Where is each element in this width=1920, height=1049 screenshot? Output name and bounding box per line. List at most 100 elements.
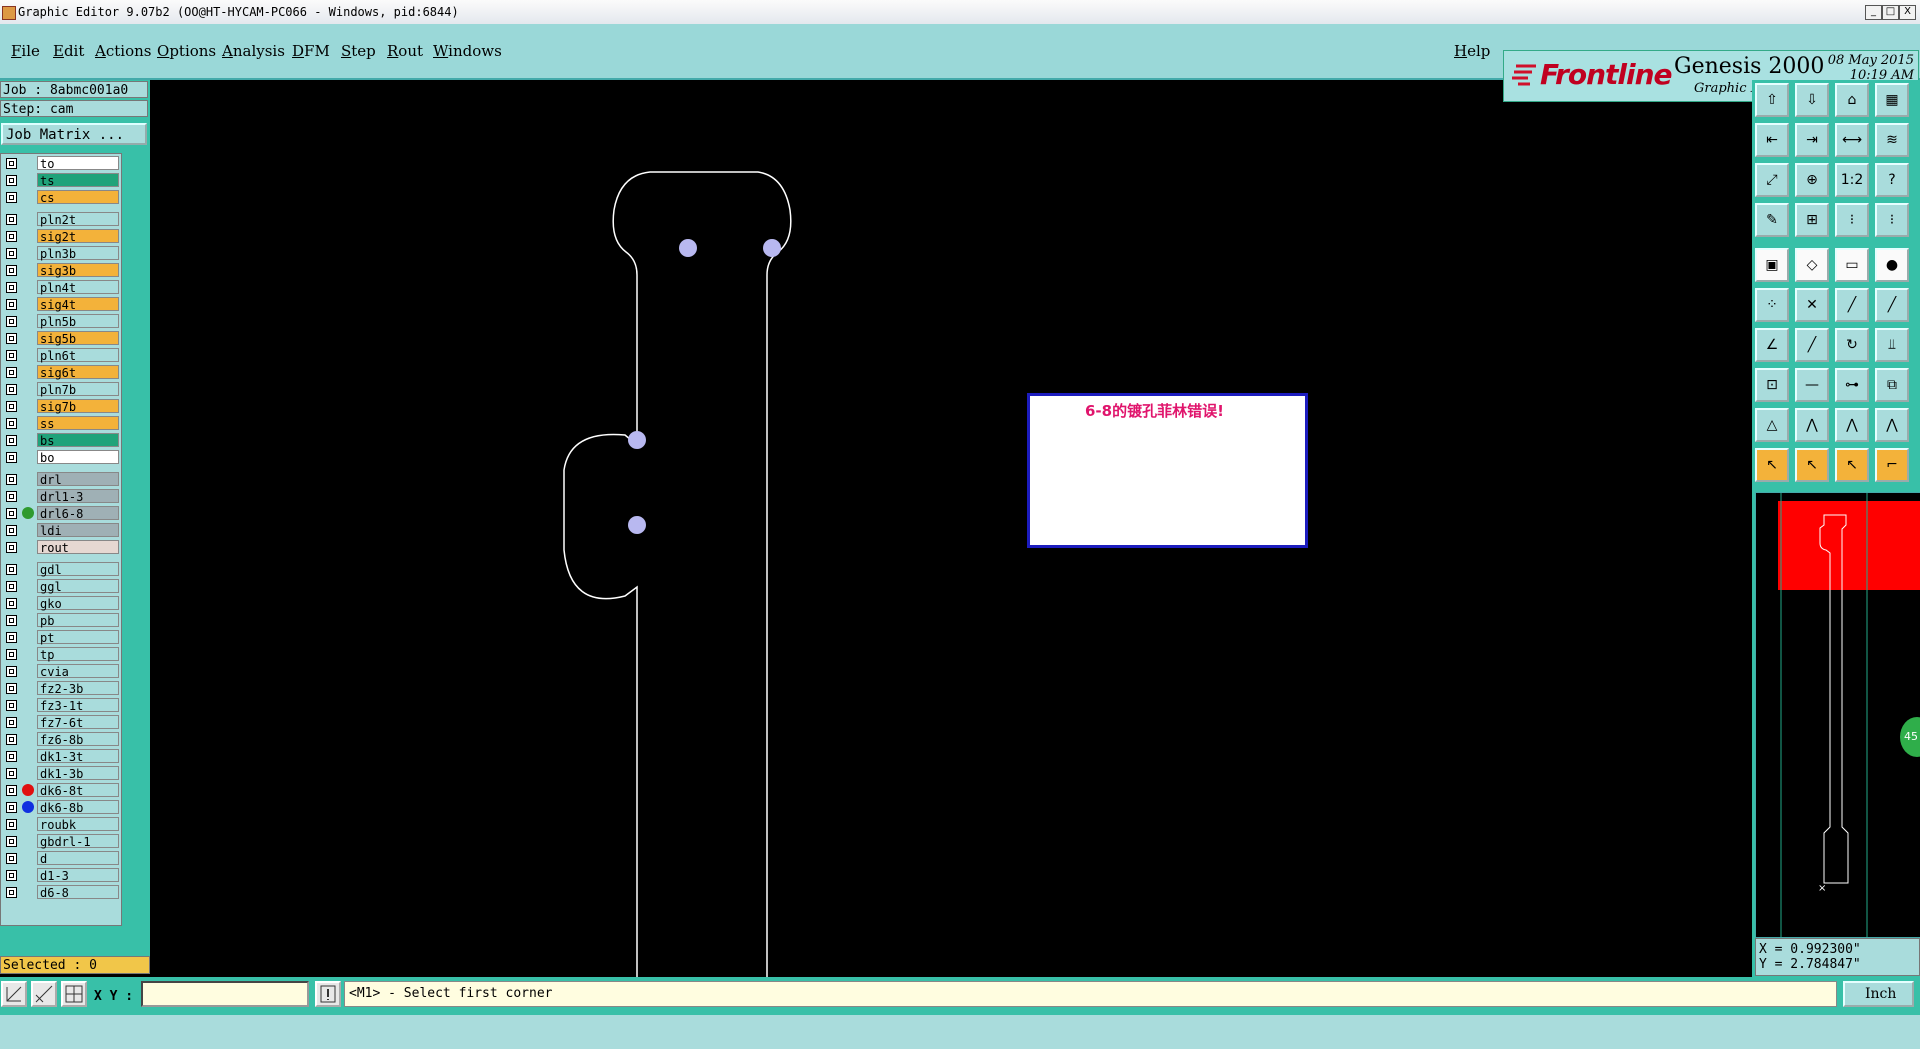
layer-row-d1-3[interactable]: d1-3 (1, 868, 121, 883)
layer-checkbox[interactable] (6, 282, 17, 293)
layer-checkbox[interactable] (6, 564, 17, 575)
layer-checkbox[interactable] (6, 248, 17, 259)
drill-hole[interactable] (628, 431, 646, 449)
layer-checkbox[interactable] (6, 214, 17, 225)
layer-checkbox[interactable] (6, 700, 17, 711)
layer-checkbox[interactable] (6, 598, 17, 609)
layer-row-cs[interactable]: cs (1, 190, 121, 205)
layer-name[interactable]: sig4t (37, 297, 119, 312)
layer-row-rout[interactable]: rout (1, 540, 121, 555)
copy-shape-button[interactable]: ◇ (1795, 248, 1829, 282)
layer-row-cvia[interactable]: cvia (1, 664, 121, 679)
layer-checkbox[interactable] (6, 581, 17, 592)
layer-checkbox[interactable] (6, 192, 17, 203)
job-matrix-button[interactable]: Job Matrix ... (1, 123, 147, 145)
pointer-circle-button[interactable]: ↖ (1835, 448, 1869, 482)
layer-name[interactable]: sig2t (37, 229, 119, 244)
peak-flat-button[interactable]: ⋀ (1875, 408, 1909, 442)
layer-checkbox[interactable] (6, 836, 17, 847)
layer-row-drl[interactable]: drl (1, 472, 121, 487)
layer-checkbox[interactable] (6, 751, 17, 762)
layer-name[interactable]: pln2t (37, 212, 119, 227)
menu-edit[interactable]: Edit (53, 42, 84, 60)
slope-button[interactable]: ╱ (1795, 328, 1829, 362)
layer-name[interactable]: d6-8 (37, 885, 119, 900)
layer-name[interactable]: pln4t (37, 280, 119, 295)
layer-row-dk6-8t[interactable]: dk6-8t (1, 783, 121, 798)
maximize-button[interactable]: □ (1882, 5, 1899, 20)
layer-name[interactable]: gbdrl-1 (37, 834, 119, 849)
layer-checkbox[interactable] (6, 683, 17, 694)
layer-name[interactable]: dk6-8b (37, 800, 119, 815)
layer-checkbox[interactable] (6, 384, 17, 395)
layer-row-pb[interactable]: pb (1, 613, 121, 628)
drill-hole[interactable] (628, 516, 646, 534)
layer-checkbox[interactable] (6, 401, 17, 412)
layer-row-fz7-6t[interactable]: fz7-6t (1, 715, 121, 730)
select-mode-button[interactable] (1, 981, 27, 1007)
pointer-button[interactable]: ↖ (1755, 448, 1789, 482)
triangle-button[interactable]: △ (1755, 408, 1789, 442)
layer-checkbox[interactable] (6, 231, 17, 242)
menu-help[interactable]: Help (1454, 42, 1490, 60)
layer-checkbox[interactable] (6, 367, 17, 378)
layer-checkbox[interactable] (6, 615, 17, 626)
swap-button[interactable]: ≋ (1875, 123, 1909, 157)
layer-name[interactable]: ss (37, 416, 119, 431)
layer-row-pln7b[interactable]: pln7b (1, 382, 121, 397)
layer-checkbox[interactable] (6, 632, 17, 643)
layer-checkbox[interactable] (6, 333, 17, 344)
import-button[interactable]: ⇤ (1755, 123, 1789, 157)
menu-actions[interactable]: Actions (95, 42, 151, 60)
layer-row-sig5b[interactable]: sig5b (1, 331, 121, 346)
layer-row-roubk[interactable]: roubk (1, 817, 121, 832)
layer-row-drl1-3[interactable]: drl1-3 (1, 489, 121, 504)
layer-checkbox[interactable] (6, 418, 17, 429)
layer-name[interactable]: dk6-8t (37, 783, 119, 798)
layer-name[interactable]: sig3b (37, 263, 119, 278)
measure-mode-button[interactable] (31, 981, 57, 1007)
layer-checkbox[interactable] (6, 175, 17, 186)
layer-checkbox[interactable] (6, 887, 17, 898)
layer-name[interactable]: d1-3 (37, 868, 119, 883)
layer-row-drl6-8[interactable]: drl6-8 (1, 506, 121, 521)
hline-button[interactable]: — (1795, 368, 1829, 402)
layer-checkbox[interactable] (6, 452, 17, 463)
layer-row-to[interactable]: to (1, 156, 121, 171)
layer-name[interactable]: pln5b (37, 314, 119, 329)
layer-checkbox[interactable] (6, 474, 17, 485)
layer-row-pln5b[interactable]: pln5b (1, 314, 121, 329)
layer-checkbox[interactable] (6, 870, 17, 881)
layer-row-fz6-8b[interactable]: fz6-8b (1, 732, 121, 747)
layer-checkbox[interactable] (6, 350, 17, 361)
close-button[interactable]: X (1899, 5, 1916, 20)
layer-row-ldi[interactable]: ldi (1, 523, 121, 538)
peak-button[interactable]: ⋀ (1795, 408, 1829, 442)
net-button[interactable]: ⁘ (1755, 288, 1789, 322)
layer-checkbox[interactable] (6, 316, 17, 327)
layer-name[interactable]: bs (37, 433, 119, 448)
ruler-button[interactable]: ▭ (1835, 248, 1869, 282)
pad-button[interactable]: ▣ (1755, 248, 1789, 282)
layer-name[interactable]: drl (37, 472, 119, 487)
layout-button[interactable]: ▦ (1875, 83, 1909, 117)
layer-checkbox[interactable] (6, 158, 17, 169)
help-button[interactable]: ? (1875, 163, 1909, 197)
layer-row-ts[interactable]: ts (1, 173, 121, 188)
connect-button[interactable]: ╱ (1875, 288, 1909, 322)
overview-map[interactable]: × (1756, 493, 1920, 937)
layer-checkbox[interactable] (6, 802, 17, 813)
layer-row-gko[interactable]: gko (1, 596, 121, 611)
menu-step[interactable]: Step (341, 42, 376, 60)
layer-name[interactable]: pln3b (37, 246, 119, 261)
arc-button[interactable]: ↻ (1835, 328, 1869, 362)
route-button[interactable]: ⌐ (1875, 448, 1909, 482)
layer-row-gbdrl-1[interactable]: gbdrl-1 (1, 834, 121, 849)
menu-file[interactable]: File (11, 42, 40, 60)
overview-panel[interactable]: × (1755, 492, 1920, 938)
layer-row-gdl[interactable]: gdl (1, 562, 121, 577)
layer-checkbox[interactable] (6, 265, 17, 276)
layer-name[interactable]: fz7-6t (37, 715, 119, 730)
layer-row-sig7b[interactable]: sig7b (1, 399, 121, 414)
layer-row-ggl[interactable]: ggl (1, 579, 121, 594)
